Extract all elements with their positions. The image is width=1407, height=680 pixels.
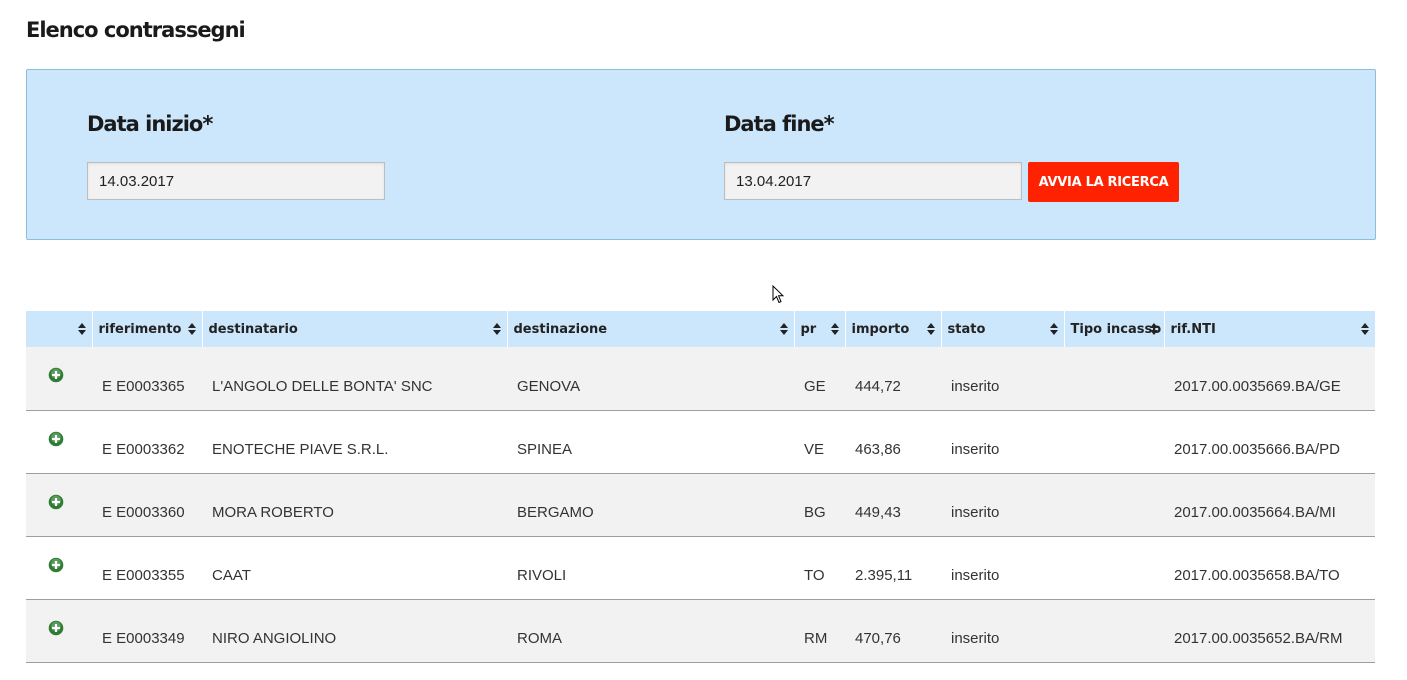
status-cell: inserito [941, 599, 1064, 663]
status-cell: inserito [941, 536, 1064, 600]
expand-cell [26, 473, 92, 537]
column-header-label: rif.NTI [1170, 321, 1216, 337]
shipments-table: riferimento destinatario destinazione pr imp… [26, 311, 1375, 663]
column-header-riferimento[interactable]: riferimento [91, 311, 202, 347]
sort-icon[interactable] [1049, 323, 1058, 335]
destination-cell: BERGAMO [507, 473, 794, 537]
province-cell: RM [794, 599, 845, 663]
column-header-label: Tipo incasso [1070, 321, 1162, 337]
province-cell: VE [794, 410, 845, 474]
amount-cell: 463,86 [845, 410, 941, 474]
amount-cell: 470,76 [845, 599, 941, 663]
recipient-cell: MORA ROBERTO [202, 473, 507, 537]
table-header-row: riferimento destinatario destinazione pr imp… [26, 311, 1375, 347]
status-cell: inserito [941, 473, 1064, 537]
amount-cell: 444,72 [845, 347, 941, 411]
destination-cell: ROMA [507, 599, 794, 663]
payment-type-cell [1064, 347, 1164, 411]
sort-icon[interactable] [77, 323, 86, 335]
expand-row-icon[interactable] [48, 367, 64, 383]
search-button[interactable]: AVVIA LA RICERCA [1028, 162, 1179, 202]
column-header-label: stato [947, 321, 986, 337]
table-row: E E0003362 ENOTECHE PIAVE S.R.L. SPINEA VE 4… [26, 410, 1375, 474]
payment-type-cell [1064, 410, 1164, 474]
table-row: E E0003349 NIRO ANGIOLINO ROMA RM 470,76 inse… [26, 599, 1375, 663]
nti-ref-cell: 2017.00.0035652.BA/RM [1164, 599, 1375, 663]
expand-cell [26, 347, 92, 411]
sort-icon[interactable] [187, 323, 196, 335]
sort-icon[interactable] [779, 323, 788, 335]
expand-row-icon[interactable] [48, 431, 64, 447]
nti-ref-cell: 2017.00.0035664.BA/MI [1164, 473, 1375, 537]
recipient-cell: L'ANGOLO DELLE BONTA' SNC [202, 347, 507, 411]
expand-cell [26, 410, 92, 474]
sort-icon[interactable] [492, 323, 501, 335]
column-header-label: pr [800, 321, 817, 337]
expand-row-icon[interactable] [48, 494, 64, 510]
reference-cell: E E0003362 [92, 410, 202, 474]
column-header-pr[interactable]: pr [793, 311, 845, 347]
reference-cell: E E0003365 [92, 347, 202, 411]
table-row: E E0003365 L'ANGOLO DELLE BONTA' SNC GENOV… [26, 347, 1375, 411]
table-row: E E0003360 MORA ROBERTO BERGAMO BG 449,43 ins… [26, 473, 1375, 537]
province-cell: BG [794, 473, 845, 537]
column-header-destinazione[interactable]: destinazione [506, 311, 794, 347]
column-header-label: destinatario [208, 321, 298, 337]
column-header-label: importo [851, 321, 910, 337]
sort-icon[interactable] [1149, 323, 1158, 335]
start-date-input[interactable] [87, 162, 385, 200]
table-body: E E0003365 L'ANGOLO DELLE BONTA' SNC GENOV… [26, 347, 1375, 663]
status-cell: inserito [941, 347, 1064, 411]
payment-type-cell [1064, 473, 1164, 537]
page-title: Elenco contrassegni [26, 18, 246, 42]
column-header-rif-nti[interactable]: rif.NTI [1163, 311, 1375, 347]
reference-cell: E E0003349 [92, 599, 202, 663]
end-date-label: Data fine* [724, 112, 835, 136]
sort-icon[interactable] [830, 323, 839, 335]
payment-type-cell [1064, 536, 1164, 600]
end-date-input[interactable] [724, 162, 1022, 200]
reference-cell: E E0003355 [92, 536, 202, 600]
status-cell: inserito [941, 410, 1064, 474]
column-header-tipo-incasso[interactable]: Tipo incasso [1063, 311, 1164, 347]
recipient-cell: CAAT [202, 536, 507, 600]
recipient-cell: NIRO ANGIOLINO [202, 599, 507, 663]
province-cell: GE [794, 347, 845, 411]
province-cell: TO [794, 536, 845, 600]
destination-cell: GENOVA [507, 347, 794, 411]
expand-row-icon[interactable] [48, 557, 64, 573]
sort-icon[interactable] [926, 323, 935, 335]
expand-cell [26, 599, 92, 663]
destination-cell: RIVOLI [507, 536, 794, 600]
destination-cell: SPINEA [507, 410, 794, 474]
column-header-label: destinazione [513, 321, 608, 337]
sort-icon[interactable] [1361, 323, 1369, 335]
recipient-cell: ENOTECHE PIAVE S.R.L. [202, 410, 507, 474]
column-header-stato[interactable]: stato [940, 311, 1064, 347]
column-header-destinatario[interactable]: destinatario [201, 311, 507, 347]
expand-row-icon[interactable] [48, 620, 64, 636]
payment-type-cell [1064, 599, 1164, 663]
reference-cell: E E0003360 [92, 473, 202, 537]
expand-cell [26, 536, 92, 600]
column-header-importo[interactable]: importo [844, 311, 941, 347]
amount-cell: 2.395,11 [845, 536, 941, 600]
nti-ref-cell: 2017.00.0035658.BA/TO [1164, 536, 1375, 600]
column-header-expand[interactable] [26, 311, 92, 347]
start-date-label: Data inizio* [87, 112, 213, 136]
mouse-cursor-icon [772, 285, 784, 304]
column-header-label: riferimento [98, 321, 182, 337]
nti-ref-cell: 2017.00.0035666.BA/PD [1164, 410, 1375, 474]
amount-cell: 449,43 [845, 473, 941, 537]
nti-ref-cell: 2017.00.0035669.BA/GE [1164, 347, 1375, 411]
search-panel: Data inizio* Data fine* AVVIA LA RICERCA [26, 69, 1376, 240]
table-row: E E0003355 CAAT RIVOLI TO 2.395,11 inserito 20… [26, 536, 1375, 600]
